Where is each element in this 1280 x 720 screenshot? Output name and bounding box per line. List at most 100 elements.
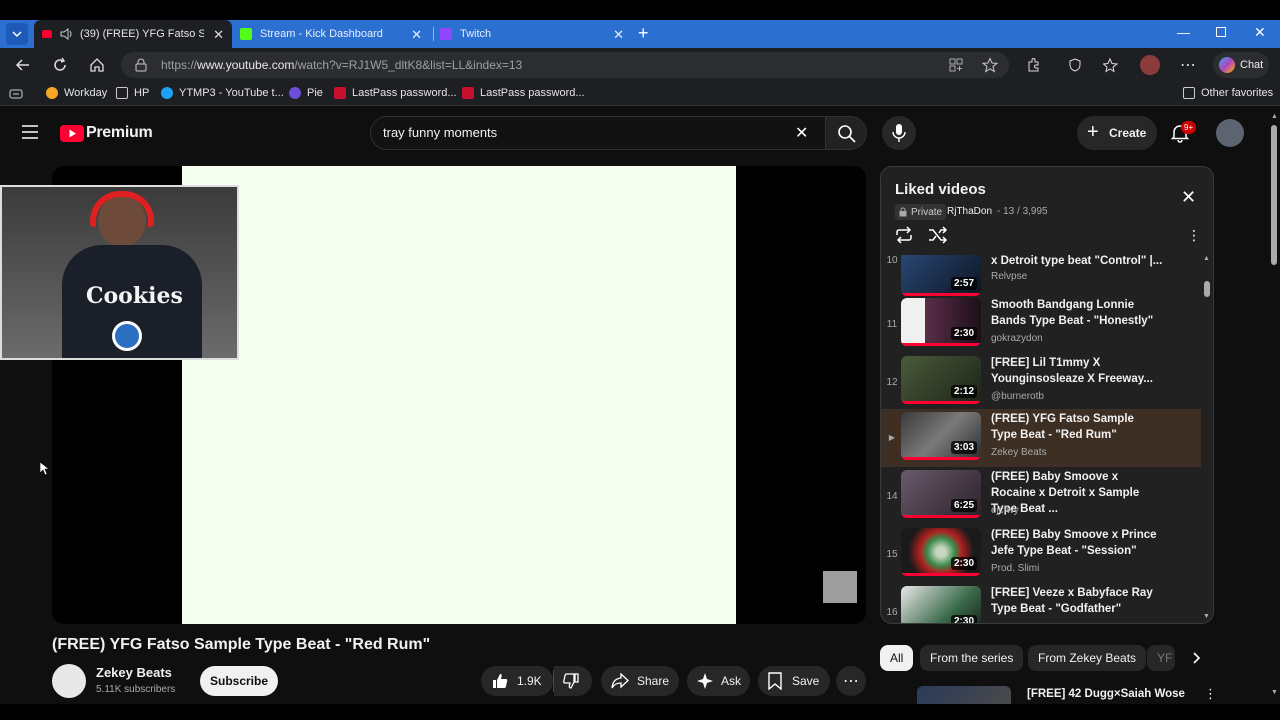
youtube-logo[interactable]: Premium (60, 124, 153, 142)
close-window-icon[interactable]: ✕ (1254, 24, 1266, 41)
channel-avatar[interactable] (52, 664, 86, 698)
page-scrollbar[interactable]: ▲ ▼ (1268, 107, 1280, 704)
favorite-lastpass-1[interactable]: LastPass password... (334, 87, 457, 99)
home-icon[interactable] (88, 56, 106, 74)
video-frame[interactable] (182, 166, 736, 624)
favorite-pie[interactable]: Pie (289, 87, 323, 99)
more-actions-button[interactable]: ⋯ (836, 666, 866, 696)
close-tab-icon[interactable]: ✕ (613, 27, 624, 43)
hamburger-menu-icon[interactable] (22, 125, 38, 139)
tab-actions-button[interactable] (6, 23, 28, 45)
playlist-scroll-up-icon[interactable]: ▲ (1203, 255, 1210, 262)
favorites-icon[interactable] (1103, 57, 1119, 73)
recommendation-more-icon[interactable]: ⋮ (1204, 686, 1217, 702)
favorite-hp[interactable]: HP (116, 87, 149, 99)
like-button[interactable]: 1.9K (481, 666, 553, 696)
search-button[interactable] (825, 116, 867, 150)
profile-avatar[interactable] (1140, 55, 1160, 75)
browser-essentials-icon[interactable] (1067, 57, 1083, 73)
voice-search-button[interactable] (882, 116, 916, 150)
tab-twitch[interactable]: Twitch ✕ (436, 20, 632, 48)
close-tab-icon[interactable]: ✕ (213, 27, 224, 43)
video-title[interactable]: [FREE] Lil T1mmy X Younginsosleaze X Fre… (991, 355, 1161, 387)
chip-from-series[interactable]: From the series (920, 645, 1024, 671)
back-icon[interactable] (14, 56, 32, 74)
chip-from-channel[interactable]: From Zekey Beats (1028, 645, 1147, 671)
search-input[interactable]: tray funny moments (383, 125, 497, 140)
account-avatar[interactable] (1216, 119, 1244, 147)
copilot-chat-button[interactable]: Chat (1213, 52, 1269, 78)
video-title[interactable]: Smooth Bandgang Lonnie Bands Type Beat -… (991, 297, 1161, 329)
video-thumbnail[interactable]: 3:03 (901, 412, 981, 460)
save-button[interactable]: Save (758, 666, 830, 696)
share-button[interactable]: Share (601, 666, 679, 696)
channel-watermark[interactable] (823, 571, 857, 603)
search-box[interactable]: tray funny moments ✕ (370, 116, 826, 150)
chip-all[interactable]: All (880, 645, 914, 671)
chip-partial[interactable]: YF (1147, 645, 1175, 671)
dislike-button[interactable] (554, 666, 592, 696)
shuffle-icon[interactable] (928, 226, 948, 244)
playlist-item[interactable]: 15 2:30 (FREE) Baby Smoove x Prince Jefe… (881, 525, 1201, 583)
lock-icon[interactable] (135, 58, 147, 72)
app-available-icon[interactable] (949, 58, 963, 72)
video-thumbnail[interactable]: 6:25 (901, 470, 981, 518)
playlist-more-icon[interactable]: ⋮ (1187, 227, 1201, 244)
playlist-item[interactable]: 14 6:25 (FREE) Baby Smoove x Rocaine x D… (881, 467, 1201, 525)
video-thumbnail[interactable]: 2:30 (901, 528, 981, 576)
collections-icon[interactable] (9, 88, 23, 100)
video-title[interactable]: (FREE) YFG Fatso Sample Type Beat - "Red… (991, 411, 1161, 443)
favorite-ytmp3[interactable]: YTMP3 - YouTube t... (161, 87, 284, 99)
favorite-workday[interactable]: Workday (46, 87, 107, 99)
playlist-scrollbar-thumb[interactable] (1204, 281, 1210, 297)
tab-youtube[interactable]: (39) (FREE) YFG Fatso Sample Type Beat -… (34, 20, 232, 48)
playlist-item-current[interactable]: ▶ 3:03 (FREE) YFG Fatso Sample Type Beat… (881, 409, 1201, 467)
ask-button[interactable]: Ask (687, 666, 750, 696)
video-thumbnail[interactable]: 2:57 (901, 255, 981, 296)
video-title[interactable]: [FREE] Veeze x Babyface Ray Type Beat - … (991, 585, 1161, 617)
recommendation-title[interactable]: [FREE] 42 Dugg×Saiah Wose (1027, 688, 1185, 700)
playlist-owner[interactable]: RjThaDon (947, 206, 992, 217)
new-tab-icon[interactable]: + (638, 23, 649, 44)
playlist-title[interactable]: Liked videos (895, 181, 986, 198)
video-thumbnail[interactable]: 2:12 (901, 356, 981, 404)
subscribe-button[interactable]: Subscribe (200, 666, 278, 696)
clear-search-icon[interactable]: ✕ (795, 123, 808, 143)
loop-icon[interactable] (894, 226, 914, 244)
video-channel[interactable]: Prod. Slimi (991, 563, 1039, 574)
video-thumbnail[interactable]: 2:30 (901, 586, 981, 623)
favorite-lastpass-2[interactable]: LastPass password... (462, 87, 585, 99)
playlist-item[interactable]: 12 2:12 [FREE] Lil T1mmy X Younginsoslea… (881, 353, 1201, 411)
video-channel[interactable]: @burnerotb (991, 391, 1044, 402)
playlist-item[interactable]: 11 2:30 Smooth Bandgang Lonnie Bands Typ… (881, 295, 1201, 353)
video-channel[interactable]: gokrazydon (991, 333, 1043, 344)
recommendation-thumbnail[interactable] (917, 686, 1011, 704)
lock-icon (899, 207, 907, 217)
close-tab-icon[interactable]: ✕ (411, 27, 422, 43)
chips-next-icon[interactable] (1188, 650, 1204, 666)
restore-icon[interactable] (1216, 27, 1226, 37)
tab-title: (39) (FREE) YFG Fatso Sample Type Beat -… (80, 28, 204, 40)
favorite-star-icon[interactable] (982, 57, 998, 73)
more-menu-icon[interactable]: ⋯ (1180, 55, 1196, 75)
playlist-item[interactable]: 16 2:30 [FREE] Veeze x Babyface Ray Type… (881, 583, 1201, 623)
watched-progress (901, 515, 981, 518)
minimize-icon[interactable]: — (1177, 25, 1190, 40)
video-title[interactable]: (FREE) Baby Smoove x Prince Jefe Type Be… (991, 527, 1161, 559)
address-bar[interactable]: https://www.youtube.com/watch?v=RJ1W5_dl… (121, 52, 1009, 78)
create-button[interactable]: + Create (1077, 116, 1157, 150)
playlist-scroll-down-icon[interactable]: ▼ (1203, 613, 1210, 620)
speaker-icon[interactable] (60, 28, 74, 40)
refresh-icon[interactable] (51, 56, 69, 74)
video-title[interactable]: x Detroit type beat "Control" |... (991, 255, 1162, 269)
scrollbar-thumb[interactable] (1271, 125, 1277, 265)
channel-name[interactable]: Zekey Beats (96, 665, 172, 680)
video-channel[interactable]: Zekey Beats (991, 447, 1047, 458)
other-favorites[interactable]: Other favorites (1183, 87, 1273, 99)
video-thumbnail[interactable]: 2:30 (901, 298, 981, 346)
video-channel[interactable]: ejcfwy (991, 505, 1019, 516)
extensions-icon[interactable] (1026, 57, 1042, 73)
video-channel[interactable]: Relvpse (991, 271, 1027, 282)
close-playlist-icon[interactable]: ✕ (1181, 187, 1196, 208)
tab-kick[interactable]: Stream - Kick Dashboard ✕ (234, 20, 430, 48)
